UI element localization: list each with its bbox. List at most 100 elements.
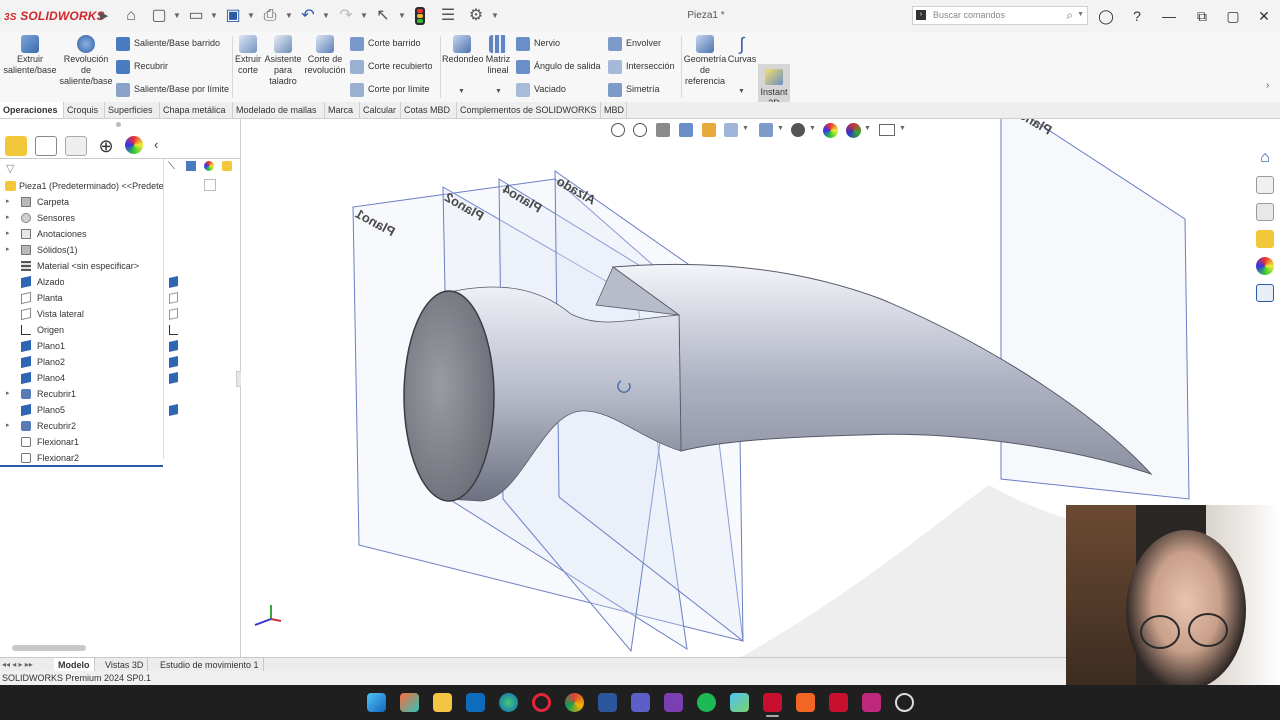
redo-icon[interactable]: ↷ [336,6,356,26]
bottom-tab-1[interactable]: Vistas 3D [101,658,149,672]
opera-icon[interactable] [532,693,551,712]
view-settings-icon[interactable] [879,124,895,136]
select-icon[interactable]: ↖ [373,6,393,26]
widgets-icon[interactable] [400,693,419,712]
visibility-state-icon[interactable] [169,308,178,320]
appearances-icon[interactable] [1256,257,1274,275]
boundary-cut-button[interactable]: Corte por límite [350,82,430,97]
tree-item[interactable]: ▸ Recubrir2 [0,418,163,434]
view-orientation-dropdown-icon[interactable]: ▼ [742,125,749,132]
ribbon-expand-icon[interactable]: › [1266,80,1269,91]
extruded-cut-button[interactable]: Extruir corte [234,35,262,76]
file-explorer-taskbar-icon[interactable] [433,693,452,712]
undo-icon[interactable]: ↶ [298,6,318,26]
view-settings-dropdown-icon[interactable]: ▼ [899,125,906,132]
expand-arrow-icon[interactable]: ▸ [6,242,10,258]
display-style-icon[interactable] [759,123,773,137]
options-dropdown-icon[interactable]: ▼ [491,6,499,26]
home-icon[interactable]: ⌂ [121,6,141,26]
bottom-tab-0[interactable]: Modelo [54,658,95,672]
mirror-button[interactable]: Simetría [608,82,660,97]
teams-icon[interactable] [631,693,650,712]
shell-button[interactable]: Vaciado [516,82,566,97]
visibility-state-icon[interactable] [169,372,178,384]
feature-manager-tab-icon[interactable] [5,136,27,156]
search-input[interactable]: › Buscar comandos ⌕ ▼ [912,6,1088,25]
hole-wizard-button[interactable]: Asistente para taladro [264,35,302,87]
github-icon[interactable] [895,693,914,712]
loft-button[interactable]: Recubrir [116,59,168,74]
expand-arrow-icon[interactable]: ▸ [6,210,10,226]
configuration-manager-tab-icon[interactable] [65,136,87,156]
intersect-button[interactable]: Intersección [608,59,675,74]
new-document-icon[interactable]: ▢ [149,6,169,26]
tab-0[interactable]: Operaciones [0,102,64,118]
extrude-boss-button[interactable]: Extruir saliente/base [2,35,58,76]
visibility-state-icon[interactable] [169,276,178,288]
tab-scroll-arrows-icon[interactable]: ◂◂ ◂ ▸ ▸▸ [2,660,33,669]
expand-arrow-icon[interactable]: ▸ [6,194,10,210]
visibility-state-icon[interactable] [169,292,178,304]
viewport-close-icon[interactable]: ✕ [1259,119,1270,121]
linear-pattern-button[interactable]: Matriz lineal [484,35,512,76]
fillet-dropdown-icon[interactable]: ▼ [458,88,465,95]
file-properties-icon[interactable]: ☰ [438,6,458,26]
redo-dropdown-icon[interactable]: ▼ [360,6,368,26]
tree-pin-icon[interactable]: ⟍ [168,161,175,172]
file-explorer-icon[interactable] [1256,203,1274,221]
scene-dropdown-icon[interactable]: ▼ [864,125,871,132]
edge-icon[interactable] [499,693,518,712]
tree-item[interactable]: ▸ Sólidos(1) [0,242,163,258]
tree-root-part[interactable]: Pieza1 (Predeterminado) <<Predeter [0,178,163,194]
property-manager-tab-icon[interactable] [35,136,57,156]
display-manager-tab-icon[interactable] [125,136,143,154]
print-icon[interactable]: ⎙ [260,6,280,26]
draft-button[interactable]: Ángulo de salida [516,59,601,74]
view-orientation-icon[interactable] [724,123,738,137]
tree-item[interactable]: ▸ Recubrir1 [0,386,163,402]
options-gear-icon[interactable]: ⚙ [466,6,486,26]
dimxpert-tab-icon[interactable]: ⊕ [95,136,117,156]
solidworks-taskbar-icon[interactable] [763,693,782,712]
tab-8[interactable]: Complementos de SOLIDWORKS [457,102,601,118]
help-icon[interactable]: ? [1126,6,1148,26]
tree-item[interactable]: Plano1 [0,338,163,354]
nx-icon[interactable] [829,693,848,712]
print-dropdown-icon[interactable]: ▼ [285,6,293,26]
store-icon[interactable] [466,693,485,712]
expand-arrow-icon[interactable]: ▸ [6,418,10,434]
panel-grip-icon[interactable] [116,122,121,127]
tree-item[interactable]: Plano4 [0,370,163,386]
tree-item[interactable]: Vista lateral [0,306,163,322]
rebuild-icon[interactable] [415,7,425,25]
tree-item[interactable]: ▸ Sensores [0,210,163,226]
tab-9[interactable]: MBD [601,102,627,118]
fusion-icon[interactable] [796,693,815,712]
design-library-icon[interactable] [1256,176,1274,194]
swept-boss-button[interactable]: Saliente/Base barrido [116,36,220,51]
restore-icon[interactable]: ⧉ [1191,6,1213,26]
app-icon[interactable] [730,693,749,712]
tab-3[interactable]: Chapa metálica [160,102,233,118]
tree-item[interactable]: Alzado [0,274,163,290]
pattern-dropdown-icon[interactable]: ▼ [495,88,502,95]
collapse-panel-icon[interactable]: ‹ [154,137,158,152]
hide-show-dropdown-icon[interactable]: ▼ [809,125,816,132]
minimize-icon[interactable]: — [1158,6,1180,26]
view-palette-icon[interactable] [1256,230,1274,248]
menu-expand-icon[interactable]: ▶ [94,6,114,26]
new-dropdown-icon[interactable]: ▼ [173,6,181,26]
apply-scene-icon[interactable] [846,123,861,138]
expand-arrow-icon[interactable]: ▸ [6,386,10,402]
tab-4[interactable]: Modelado de mallas [233,102,325,118]
swept-cut-button[interactable]: Corte barrido [350,36,421,51]
lofted-cut-button[interactable]: Corte recubierto [350,59,433,74]
visibility-state-icon[interactable] [169,340,178,352]
visibility-state-icon[interactable] [169,356,178,368]
revolved-cut-button[interactable]: Corte de revolución [304,35,346,76]
dynamic-annotation-icon[interactable] [702,123,716,137]
close-icon[interactable]: ✕ [1253,6,1275,26]
maximize-icon[interactable]: ▢ [1222,6,1244,26]
reference-dropdown-icon[interactable]: ▼ [738,88,745,95]
wrap-button[interactable]: Envolver [608,36,661,51]
